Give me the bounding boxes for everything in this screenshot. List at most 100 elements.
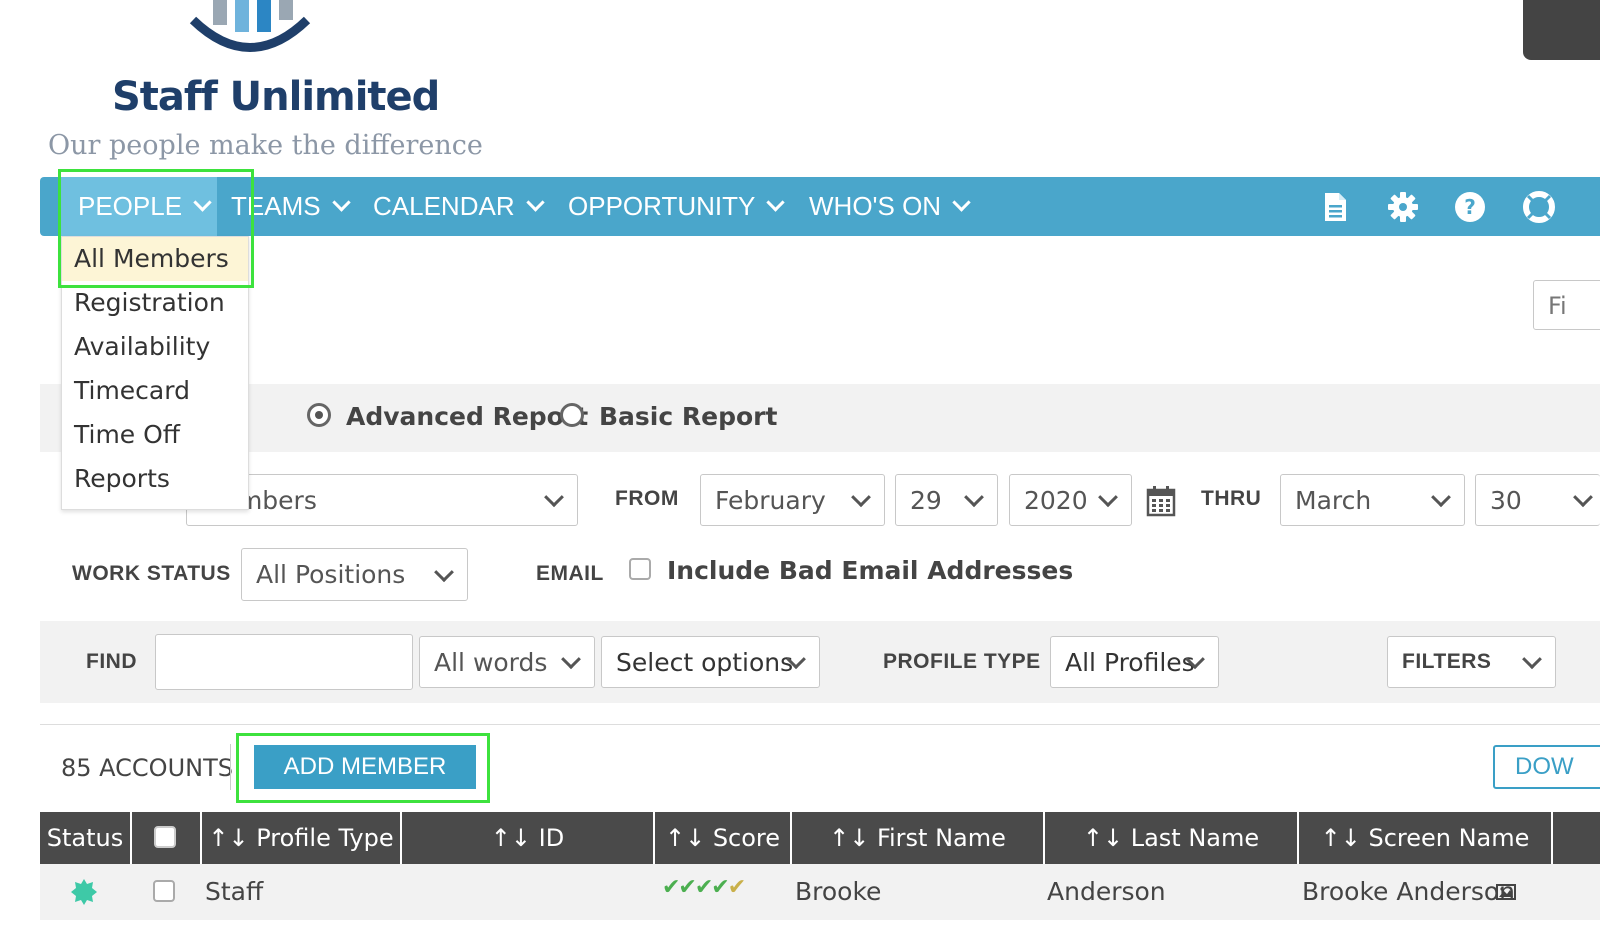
basic-report-label: Basic Report bbox=[599, 402, 778, 431]
add-member-button[interactable]: ADD MEMBER bbox=[254, 745, 476, 789]
bottom-edge bbox=[0, 920, 1600, 946]
nav-teams-label: TEAMS bbox=[231, 191, 321, 221]
help-icon[interactable]: ? bbox=[1454, 191, 1486, 223]
menu-item-timecard[interactable]: Timecard bbox=[62, 369, 248, 413]
bad-email-checkbox[interactable] bbox=[629, 558, 651, 580]
score-rating: ✔✔✔✔✔ bbox=[662, 860, 746, 916]
chevron-down-icon bbox=[851, 487, 871, 508]
bad-email-label: Include Bad Email Addresses bbox=[667, 556, 1074, 585]
profile-type-label: PROFILE TYPE bbox=[883, 650, 1041, 673]
from-month-select[interactable]: February bbox=[700, 474, 885, 526]
col-select-all bbox=[132, 812, 202, 864]
col-last-name-label: Last Name bbox=[1130, 824, 1260, 852]
from-month-value: February bbox=[715, 485, 826, 515]
chevron-down-icon bbox=[952, 193, 971, 212]
nav-opportunity[interactable]: OPPORTUNITY bbox=[568, 177, 786, 236]
col-id[interactable]: ↑↓ ID bbox=[402, 812, 655, 864]
nav-calendar[interactable]: CALENDAR bbox=[373, 177, 545, 236]
chevron-down-icon bbox=[1573, 487, 1593, 508]
col-last-name[interactable]: ↑↓ Last Name bbox=[1045, 812, 1299, 864]
thru-day-select[interactable]: 30 bbox=[1475, 474, 1600, 526]
nav-opportunity-label: OPPORTUNITY bbox=[568, 191, 756, 221]
work-status-label: WORK STATUS bbox=[72, 562, 231, 585]
find-label: FIND bbox=[86, 650, 137, 673]
report-type-panel bbox=[40, 384, 1600, 452]
gear-icon[interactable] bbox=[1387, 191, 1419, 223]
brand-tagline: Our people make the difference bbox=[48, 130, 483, 161]
col-status[interactable]: Status bbox=[40, 812, 132, 864]
nav-teams[interactable]: TEAMS bbox=[231, 177, 351, 236]
match-mode-select[interactable]: All words bbox=[419, 636, 595, 688]
profile-type-select[interactable]: All Profiles bbox=[1050, 636, 1219, 688]
brand-name: Staff Unlimited bbox=[112, 74, 440, 120]
basic-report-radio[interactable] bbox=[560, 403, 584, 427]
chevron-down-icon bbox=[964, 487, 984, 508]
lifebuoy-icon[interactable] bbox=[1523, 191, 1555, 223]
col-screen-name[interactable]: ↑↓ Screen Name bbox=[1299, 812, 1553, 864]
select-all-checkbox[interactable] bbox=[154, 826, 176, 848]
image-icon[interactable] bbox=[1496, 884, 1516, 900]
score-check-icon: ✔ bbox=[727, 875, 746, 900]
row-profile-type: Staff bbox=[205, 877, 264, 906]
filters-button[interactable]: FILTERS bbox=[1387, 636, 1556, 688]
sort-icon: ↑↓ bbox=[829, 824, 870, 852]
menu-item-availability[interactable]: Availability bbox=[62, 325, 248, 369]
chevron-down-icon bbox=[1431, 487, 1451, 508]
accounts-count: 85 ACCOUNTS bbox=[61, 754, 233, 782]
company-logo-mark bbox=[189, 0, 311, 52]
email-label: EMAIL bbox=[536, 562, 604, 585]
col-screen-name-label: Screen Name bbox=[1368, 824, 1530, 852]
from-day-select[interactable]: 29 bbox=[895, 474, 998, 526]
find-input[interactable] bbox=[155, 634, 413, 690]
work-status-value: All Positions bbox=[256, 560, 406, 589]
col-first-name[interactable]: ↑↓ First Name bbox=[792, 812, 1045, 864]
document-icon[interactable] bbox=[1319, 191, 1351, 223]
thru-day-value: 30 bbox=[1490, 485, 1522, 515]
col-profile-type-label: Profile Type bbox=[256, 824, 394, 852]
work-status-select[interactable]: All Positions bbox=[241, 548, 468, 601]
col-id-label: ID bbox=[538, 824, 565, 852]
advanced-report-label: Advanced Report bbox=[346, 402, 589, 431]
menu-item-time-off[interactable]: Time Off bbox=[62, 413, 248, 457]
row-screen-name[interactable]: Brooke Anderson bbox=[1302, 864, 1515, 920]
people-dropdown-menu: All Members Registration Availability Ti… bbox=[61, 236, 249, 510]
from-day-value: 29 bbox=[910, 485, 942, 515]
sort-icon: ↑↓ bbox=[1082, 824, 1124, 852]
section-divider bbox=[40, 724, 1600, 725]
from-year-select[interactable]: 2020 bbox=[1009, 474, 1132, 526]
row-select-checkbox[interactable] bbox=[153, 880, 175, 902]
calendar-icon[interactable] bbox=[1146, 485, 1176, 517]
search-fields-select[interactable]: Select options bbox=[601, 636, 820, 688]
col-status-label: Status bbox=[46, 824, 124, 852]
menu-item-reports[interactable]: Reports bbox=[62, 457, 248, 501]
col-score-label: Score bbox=[712, 824, 781, 852]
top-search-input[interactable]: Fi bbox=[1533, 280, 1600, 330]
match-mode-value: All words bbox=[434, 647, 548, 677]
row-first-name[interactable]: Brooke bbox=[795, 864, 881, 920]
advanced-report-radio[interactable] bbox=[307, 403, 331, 427]
from-label: FROM bbox=[615, 487, 679, 510]
top-right-tab[interactable] bbox=[1523, 0, 1600, 60]
from-year-value: 2020 bbox=[1024, 485, 1088, 515]
nav-calendar-label: CALENDAR bbox=[373, 191, 515, 221]
search-fields-placeholder: Select options bbox=[616, 647, 794, 677]
nav-people[interactable]: PEOPLE bbox=[59, 177, 217, 236]
chevron-down-icon bbox=[331, 193, 351, 212]
col-profile-type[interactable]: ↑↓ Profile Type bbox=[202, 812, 402, 864]
menu-item-all-members[interactable]: All Members bbox=[62, 237, 248, 281]
chevron-down-icon bbox=[544, 487, 564, 508]
filters-label: FILTERS bbox=[1402, 650, 1492, 673]
chevron-down-icon bbox=[525, 193, 545, 212]
thru-month-value: March bbox=[1295, 485, 1372, 515]
chevron-down-icon bbox=[1098, 487, 1118, 508]
download-button[interactable]: DOW bbox=[1493, 745, 1600, 789]
nav-whos-on-label: WHO'S ON bbox=[809, 191, 942, 221]
svg-text:?: ? bbox=[1464, 195, 1476, 219]
menu-item-registration[interactable]: Registration bbox=[62, 281, 248, 325]
thru-month-select[interactable]: March bbox=[1280, 474, 1465, 526]
nav-whos-on[interactable]: WHO'S ON bbox=[809, 177, 971, 236]
thru-label: THRU bbox=[1201, 487, 1262, 510]
sort-icon: ↑↓ bbox=[490, 824, 531, 852]
row-last-name[interactable]: Anderson bbox=[1047, 864, 1166, 920]
col-score[interactable]: ↑↓ Score bbox=[655, 812, 792, 864]
